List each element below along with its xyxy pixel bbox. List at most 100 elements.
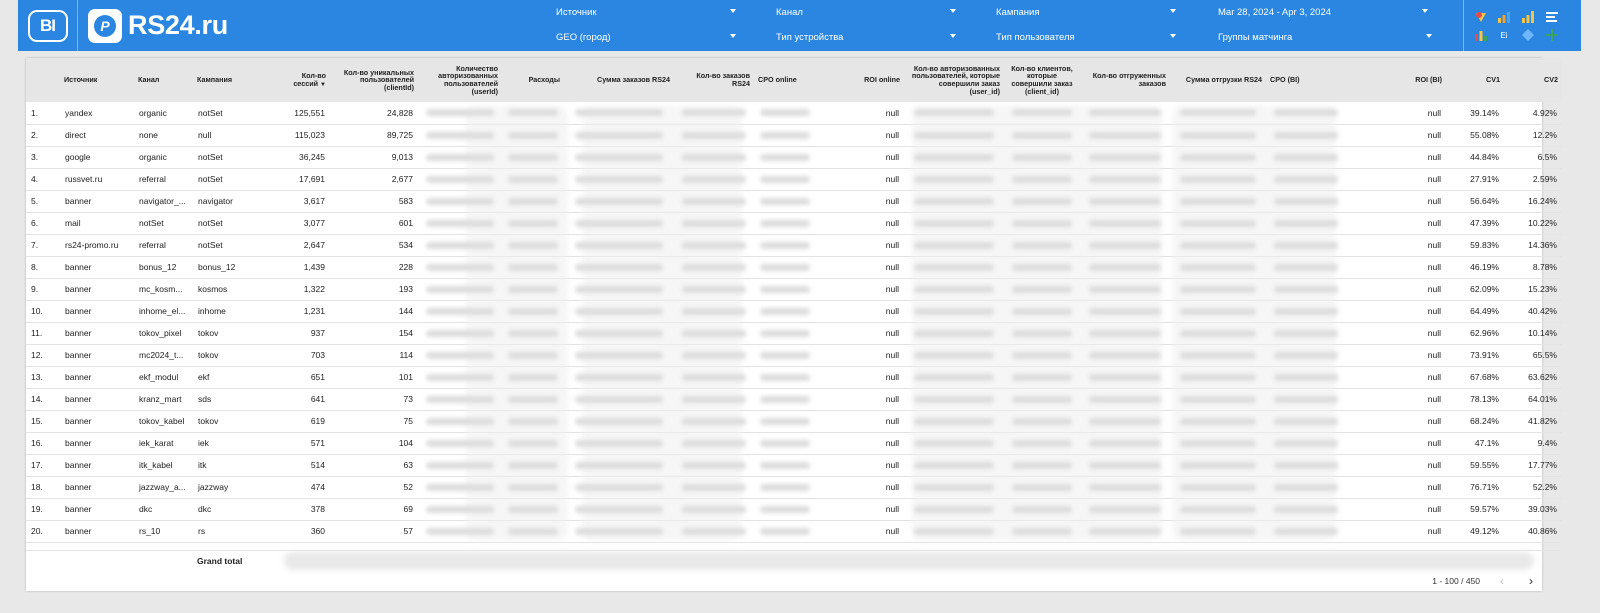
cell-shipment-sum xyxy=(1170,234,1266,256)
filter-campaign[interactable]: Кампания xyxy=(996,0,1176,24)
bi-small-icon[interactable]: Ei xyxy=(1497,28,1511,42)
table-row[interactable]: 10. banner inhome_el... inhome 1,231 144 null n… xyxy=(26,300,1562,322)
table-row[interactable]: 2. direct none null 115,023 89,725 null null 55.… xyxy=(26,124,1562,146)
col-header-roi-bi[interactable]: ROI (BI) xyxy=(1346,58,1446,102)
cell-cpo-online xyxy=(754,432,816,454)
cell-roi-online: null xyxy=(885,240,899,250)
table-row[interactable]: 4. russvet.ru referral notSet 17,691 2,677 nul… xyxy=(26,168,1562,190)
col-header-cv2[interactable]: CV2 xyxy=(1504,58,1562,102)
table-row[interactable]: 5. banner navigator_... navigator 3,617 583 nu… xyxy=(26,190,1562,212)
col-header-client-buyers[interactable]: Кол-во клиентов, которые совершили заказ… xyxy=(1004,58,1080,102)
col-header-orders-sum[interactable]: Сумма заказов RS24 xyxy=(564,58,674,102)
cell-cpo-bi xyxy=(1266,520,1346,542)
table-row[interactable]: 15. banner tokov_kabel tokov 619 75 null null 68… xyxy=(26,410,1562,432)
filter-source[interactable]: Источник xyxy=(556,0,736,24)
col-header-cpo-bi[interactable]: CPO (BI) xyxy=(1266,58,1346,102)
cell-auth-buyers xyxy=(904,168,1004,190)
cell-roi-bi: null xyxy=(1427,107,1441,118)
table-row[interactable]: 13. banner ekf_modul ekf 651 101 null null 67.68… xyxy=(26,366,1562,388)
cell-sessions: 125,551 xyxy=(294,107,325,118)
filter-user-type[interactable]: Тип пользователя xyxy=(996,25,1176,49)
cell-campaign: navigator xyxy=(198,196,233,206)
cell-client-buyers xyxy=(1004,278,1080,300)
cell-orders-count xyxy=(674,102,754,124)
bar-chart-icon[interactable] xyxy=(1521,10,1535,24)
table-row[interactable]: 9. banner mc_kosm... kosmos 1,322 193 null null… xyxy=(26,278,1562,300)
cell-source: banner xyxy=(65,482,92,492)
cell-roi-online: null xyxy=(885,460,899,470)
col-header-cv1[interactable]: CV1 xyxy=(1446,58,1504,102)
date-range-picker[interactable]: Mar 28, 2024 - Apr 3, 2024 xyxy=(1218,0,1428,24)
cell-expenses xyxy=(502,476,564,498)
cell-cpo-online xyxy=(754,256,816,278)
cell-cpo-bi xyxy=(1266,124,1346,146)
cell-client-buyers xyxy=(1004,344,1080,366)
cell-cv2: 15.23% xyxy=(1528,284,1557,294)
cell-auth-buyers xyxy=(904,278,1004,300)
table-row[interactable]: 17. banner itk_kabel itk 514 63 null null 59.55%… xyxy=(26,454,1562,476)
col-header-expenses[interactable]: Расходы xyxy=(502,58,564,102)
col-header-shipped-orders[interactable]: Кол-во отгруженных заказов xyxy=(1080,58,1170,102)
cell-index: 11. xyxy=(31,328,43,338)
cell-auth-buyers xyxy=(904,366,1004,388)
col-header-auth-buyers[interactable]: Кол-во авторизованных пользователей, кот… xyxy=(904,58,1004,102)
table-row[interactable]: 12. banner mc2024_t... tokov 703 114 null null 7… xyxy=(26,344,1562,366)
cell-orders-count xyxy=(674,388,754,410)
table-row[interactable]: 14. banner kranz_mart sds 641 73 null null 78.13… xyxy=(26,388,1562,410)
table-row[interactable]: 8. banner bonus_12 bonus_12 1,439 228 null null… xyxy=(26,256,1562,278)
cell-roi-bi: null xyxy=(1427,218,1441,228)
table-row[interactable]: 1. yandex organic notSet 125,551 24,828 null nu… xyxy=(26,102,1562,124)
col-header-auth-users[interactable]: Количество авторизованных пользователей … xyxy=(418,58,502,102)
cell-campaign: rs xyxy=(198,526,206,536)
table-row[interactable]: 6. mail notSet notSet 3,077 601 null null 47.39%… xyxy=(26,212,1562,234)
cell-campaign: sds xyxy=(198,394,212,404)
table-row[interactable]: 11. banner tokov_pixel tokov 937 154 null null 6… xyxy=(26,322,1562,344)
table-row[interactable]: 19. banner dkc dkc 378 69 null null 59.57% 39.03% xyxy=(26,498,1562,520)
filter-bar: Источник Канал Кампания Mar 28, 2024 - A… xyxy=(548,0,1446,51)
bi-bar-chart-icon[interactable] xyxy=(1497,10,1511,24)
diamond-icon[interactable] xyxy=(1521,28,1535,42)
bi-bar-red-icon[interactable] xyxy=(1474,28,1488,42)
cell-cpo-online xyxy=(754,520,816,542)
table-row[interactable]: 20. banner rs_10 rs 360 57 null null 49.12% 40.86… xyxy=(26,520,1562,542)
cell-orders-sum xyxy=(564,124,674,146)
cell-expenses xyxy=(502,168,564,190)
cell-orders-sum xyxy=(564,278,674,300)
col-header-cpo-online[interactable]: CPO online xyxy=(754,58,816,102)
text-lines-icon[interactable] xyxy=(1545,10,1559,24)
filter-channel[interactable]: Канал xyxy=(776,0,956,24)
cell-index: 13. xyxy=(31,372,43,382)
col-header-shipment-sum[interactable]: Сумма отгрузки RS24 xyxy=(1170,58,1266,102)
table-row[interactable]: 7. rs24-promo.ru referral notSet 2,647 534 nul… xyxy=(26,234,1562,256)
col-header-campaign[interactable]: Кампания xyxy=(193,58,276,102)
filter-geo[interactable]: GEO (город) xyxy=(556,25,736,49)
cell-sessions: 514 xyxy=(310,460,325,470)
grid-plus-icon[interactable] xyxy=(1545,28,1559,42)
cell-unique-users: 114 xyxy=(399,350,413,360)
cell-auth-users xyxy=(418,212,502,234)
cell-campaign: inhome xyxy=(198,306,226,316)
cell-expenses xyxy=(502,388,564,410)
col-header-channel[interactable]: Канал xyxy=(134,58,193,102)
table-row[interactable]: 3. google organic notSet 36,245 9,013 null null… xyxy=(26,146,1562,168)
col-header-source[interactable]: Источник xyxy=(60,58,134,102)
filter-device-type[interactable]: Тип устройства xyxy=(776,25,956,49)
filter-matching-groups[interactable]: Группы матчинга xyxy=(1218,25,1432,49)
col-header-orders-count[interactable]: Кол-во заказов RS24 xyxy=(674,58,754,102)
prev-page-button[interactable]: ‹ xyxy=(1500,574,1504,588)
cell-channel: ekf_modul xyxy=(139,372,179,382)
cell-channel: referral xyxy=(139,240,166,250)
table-row[interactable]: 16. banner iek_karat iek 571 104 null null 47.1%… xyxy=(26,432,1562,454)
cell-expenses xyxy=(502,190,564,212)
cell-roi-bi: null xyxy=(1427,130,1441,140)
col-header-sessions[interactable]: Кол-во сессий ▼ xyxy=(276,58,330,102)
cell-cpo-online xyxy=(754,190,816,212)
col-header-unique-users[interactable]: Кол-во уникальных пользователей (clientI… xyxy=(330,58,418,102)
cell-channel: rs_10 xyxy=(139,526,161,536)
cell-orders-count xyxy=(674,344,754,366)
next-page-button[interactable]: › xyxy=(1529,574,1533,588)
cell-cv1: 62.09% xyxy=(1470,284,1499,294)
col-header-roi-online[interactable]: ROI online xyxy=(816,58,904,102)
bi-logo-color-icon[interactable] xyxy=(1474,10,1488,24)
table-row[interactable]: 18. banner jazzway_a... jazzway 474 52 null nul… xyxy=(26,476,1562,498)
